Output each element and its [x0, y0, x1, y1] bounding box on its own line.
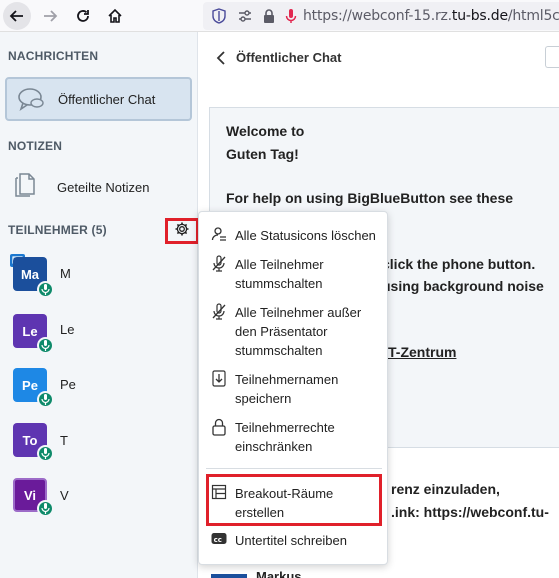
menu-divider: [206, 468, 382, 469]
reload-icon[interactable]: [69, 2, 97, 30]
download-icon: [211, 370, 227, 387]
public-chat-item[interactable]: Öffentlicher Chat: [5, 77, 192, 121]
chevron-left-icon[interactable]: [216, 51, 226, 70]
browser-toolbar: https://webconf-15.rz.tu-bs.de/html5clie…: [0, 0, 559, 32]
clear-status-icon: [211, 226, 227, 242]
microphone-icon: [37, 445, 54, 462]
message-line: click the phone button.: [382, 256, 536, 272]
message-link[interactable]: T-Zentrum: [388, 344, 456, 360]
menu-item-label: Alle Statusicons löschen: [235, 228, 376, 243]
microphone-icon: [37, 391, 54, 408]
url-bar[interactable]: https://webconf-15.rz.tu-bs.de/html5clie…: [203, 2, 559, 30]
url-text: https://webconf-15.rz.tu-bs.de/html5clie…: [303, 8, 559, 24]
chat-bubble-icon: [17, 87, 45, 118]
menu-item-label: Breakout-Räume erstellen: [235, 486, 334, 520]
message-line: renz einzuladen,: [391, 481, 500, 497]
menu-item-lock-viewers[interactable]: Teilnehmerrechte einschränken: [199, 416, 387, 458]
menu-item-clear-status[interactable]: Alle Statusicons löschen: [199, 224, 387, 248]
breakout-rooms-icon: [211, 484, 227, 500]
menu-item-write-captions[interactable]: cc Untertitel schreiben: [199, 530, 387, 554]
message-line: For help on using BigBlueButton see thes…: [226, 190, 514, 206]
user-list-panel: NACHRICHTEN Öffentlicher Chat NOTIZEN Ge…: [0, 32, 199, 578]
message-line: using background noise: [382, 278, 544, 294]
user-options-menu: Alle Statusicons löschen Alle Teilnehmer…: [198, 211, 388, 565]
menu-item-mute-except-presenter[interactable]: Alle Teilnehmer außer den Präsentator st…: [199, 301, 387, 361]
document-icon: [14, 170, 38, 203]
message-line: Guten Tag!: [226, 146, 299, 162]
message-line: Welcome to: [226, 123, 305, 139]
menu-item-label: Teilnehmernamen speichern: [235, 372, 339, 406]
messages-heading: NACHRICHTEN: [8, 49, 99, 63]
notes-heading: NOTIZEN: [8, 139, 63, 153]
participant-name: T: [60, 433, 68, 448]
menu-item-label: Untertitel schreiben: [235, 533, 347, 548]
participant-name: M: [60, 266, 71, 281]
mute-except-presenter-icon: [211, 303, 227, 320]
mute-icon: [211, 255, 227, 272]
gear-icon: [174, 221, 190, 242]
lock-icon: [211, 418, 227, 436]
menu-item-save-names[interactable]: Teilnehmernamen speichern: [199, 368, 387, 410]
participant-name: V: [60, 488, 69, 503]
chat-title[interactable]: Öffentlicher Chat: [236, 50, 341, 65]
microphone-icon: [37, 281, 54, 298]
lock-icon[interactable]: [261, 8, 277, 29]
site-info-icon[interactable]: [237, 8, 253, 29]
svg-text:cc: cc: [214, 536, 222, 544]
shared-notes-label: Geteilte Notizen: [57, 180, 150, 195]
participants-heading: TEILNEHMER (5): [8, 223, 107, 237]
message-sender-name: Markus Kurzbichler: [256, 569, 302, 578]
microphone-active-icon[interactable]: [283, 8, 299, 29]
avatar: [211, 574, 247, 578]
menu-item-mute-all[interactable]: Alle Teilnehmer stummschalten: [199, 253, 387, 295]
menu-item-label: Alle Teilnehmer stummschalten: [235, 257, 324, 291]
public-chat-label: Öffentlicher Chat: [58, 92, 156, 107]
participant-name: Le: [60, 322, 75, 337]
microphone-icon: [37, 500, 54, 517]
forward-icon[interactable]: [36, 2, 64, 30]
shield-icon[interactable]: [211, 8, 227, 29]
closed-captions-icon: cc: [211, 532, 227, 548]
chat-header: Öffentlicher Chat: [199, 32, 559, 84]
menu-item-label: Teilnehmerrechte einschränken: [235, 420, 335, 454]
back-icon[interactable]: [3, 2, 31, 30]
chat-options-button[interactable]: [545, 46, 559, 68]
menu-item-create-breakout[interactable]: Breakout-Räume erstellen: [199, 482, 387, 522]
message-line: .ink: https://webconf.tu-: [391, 504, 549, 520]
user-options-button[interactable]: [165, 218, 199, 244]
microphone-icon: [37, 337, 54, 354]
participant-name: Pe: [60, 377, 76, 392]
menu-item-label: Alle Teilnehmer außer den Präsentator st…: [235, 305, 362, 358]
home-icon[interactable]: [101, 2, 129, 30]
